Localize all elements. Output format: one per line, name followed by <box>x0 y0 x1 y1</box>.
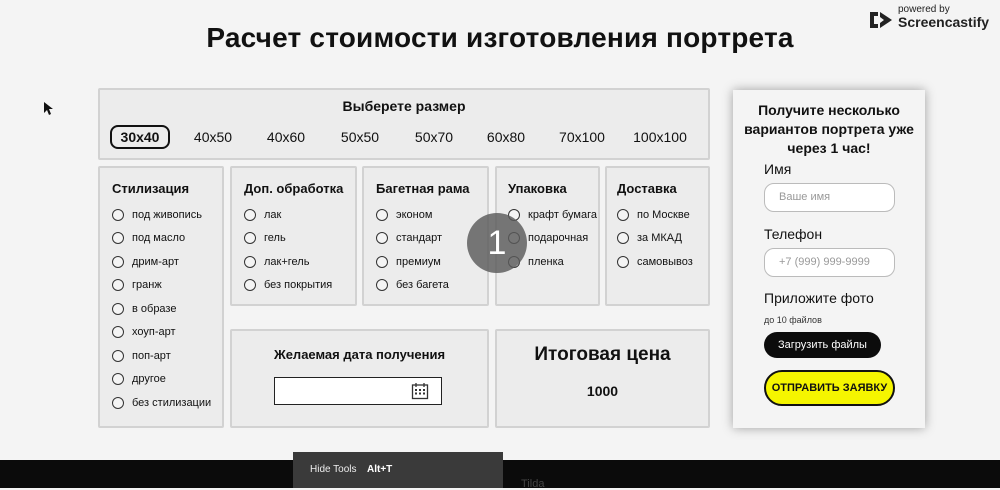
radio-button[interactable] <box>617 232 629 245</box>
radio-button[interactable] <box>376 256 388 269</box>
mouse-cursor-icon <box>44 102 53 115</box>
stylization-option[interactable]: в образе <box>112 301 176 317</box>
stylization-option[interactable]: поп-арт <box>112 348 171 364</box>
delivery-option[interactable]: за МКАД <box>617 230 682 246</box>
radio-button[interactable] <box>112 397 124 410</box>
size-option-40x50[interactable]: 40x50 <box>183 125 243 149</box>
processing-option[interactable]: лак <box>244 207 281 223</box>
frame-option[interactable]: эконом <box>376 207 432 223</box>
processing-option[interactable]: без покрытия <box>244 277 332 293</box>
stylization-option[interactable]: под масло <box>112 230 185 246</box>
frame-option[interactable]: стандарт <box>376 230 442 246</box>
stylization-option[interactable]: под живопись <box>112 207 202 223</box>
size-option-40x60[interactable]: 40x60 <box>256 125 316 149</box>
size-option-60x80[interactable]: 60x80 <box>476 125 536 149</box>
radio-button[interactable] <box>112 209 124 222</box>
size-option-50x50[interactable]: 50x50 <box>330 125 390 149</box>
stylization-panel <box>98 166 224 428</box>
delivery-option[interactable]: по Москве <box>617 207 690 223</box>
radio-button[interactable] <box>244 279 256 292</box>
total-price: 1000 <box>586 383 619 399</box>
submit-request-button[interactable]: ОТПРАВИТЬ ЗАЯВКУ <box>764 370 895 406</box>
stylization-option[interactable]: другое <box>112 371 166 387</box>
size-option-100x100[interactable]: 100x100 <box>630 125 690 149</box>
processing-option[interactable]: лак+гель <box>244 254 309 270</box>
stylization-option[interactable]: хоуп-арт <box>112 324 176 340</box>
phone-label: Телефон <box>764 226 823 242</box>
radio-button[interactable] <box>617 209 629 222</box>
delivery-title: Доставка <box>617 181 677 196</box>
click-counter-badge: 1 <box>467 213 527 273</box>
radio-button[interactable] <box>244 256 256 269</box>
radio-button[interactable] <box>244 209 256 222</box>
frame-option[interactable]: без багета <box>376 277 449 293</box>
radio-button[interactable] <box>376 232 388 245</box>
screencastify-logo: powered by Screencastify <box>868 4 994 36</box>
delivery-option[interactable]: самовывоз <box>617 254 693 270</box>
brand-name: Screencastify <box>898 14 990 30</box>
screencastify-icon <box>870 12 892 28</box>
radio-button[interactable] <box>112 232 124 245</box>
radio-button[interactable] <box>244 232 256 245</box>
name-label: Имя <box>764 161 792 177</box>
size-option-50x70[interactable]: 50x70 <box>404 125 464 149</box>
name-field[interactable]: Ваше имя <box>764 183 895 212</box>
stylization-option[interactable]: гранж <box>112 277 162 293</box>
size-option-30x40[interactable]: 30x40 <box>110 125 170 149</box>
upload-files-button[interactable]: Загрузить файлы <box>764 332 881 358</box>
photo-label: Приложите фото <box>764 290 874 306</box>
frame-title: Багетная рама <box>376 181 470 196</box>
frame-option[interactable]: премиум <box>376 254 441 270</box>
radio-button[interactable] <box>112 279 124 292</box>
processing-option[interactable]: гель <box>244 230 286 246</box>
phone-field[interactable]: +7 (999) 999-9999 <box>764 248 895 277</box>
stylization-title: Стилизация <box>112 181 190 196</box>
stylization-option[interactable]: без стилизации <box>112 395 211 411</box>
hide-tools-tooltip[interactable]: Hide Tools Alt+T <box>293 452 503 488</box>
radio-button[interactable] <box>617 256 629 269</box>
page-title: Расчет стоимости изготовления портрета <box>206 22 794 53</box>
total-title: Итоговая цена <box>534 344 671 365</box>
tooltip-label: Hide Tools <box>310 464 357 475</box>
radio-button[interactable] <box>112 326 124 339</box>
radio-button[interactable] <box>112 373 124 386</box>
form-title: Получите несколько вариантов портрета уж… <box>744 102 914 156</box>
radio-button[interactable] <box>112 303 124 316</box>
size-panel-title: Выберете размер <box>342 98 466 114</box>
footer-text: Tilda <box>521 478 545 490</box>
photo-hint: до 10 файлов <box>764 315 822 325</box>
processing-title: Доп. обработка <box>244 181 344 196</box>
radio-button[interactable] <box>112 350 124 363</box>
date-title: Желаемая дата получения <box>273 347 446 362</box>
date-input[interactable] <box>274 377 442 405</box>
radio-button[interactable] <box>376 279 388 292</box>
stylization-option[interactable]: дрим-арт <box>112 254 179 270</box>
radio-button[interactable] <box>112 256 124 269</box>
tooltip-shortcut: Alt+T <box>367 464 393 475</box>
radio-button[interactable] <box>376 209 388 222</box>
calendar-icon[interactable] <box>411 382 429 400</box>
packaging-option[interactable]: крафт бумага <box>508 207 597 223</box>
packaging-title: Упаковка <box>508 181 567 196</box>
size-option-70x100[interactable]: 70x100 <box>552 125 612 149</box>
